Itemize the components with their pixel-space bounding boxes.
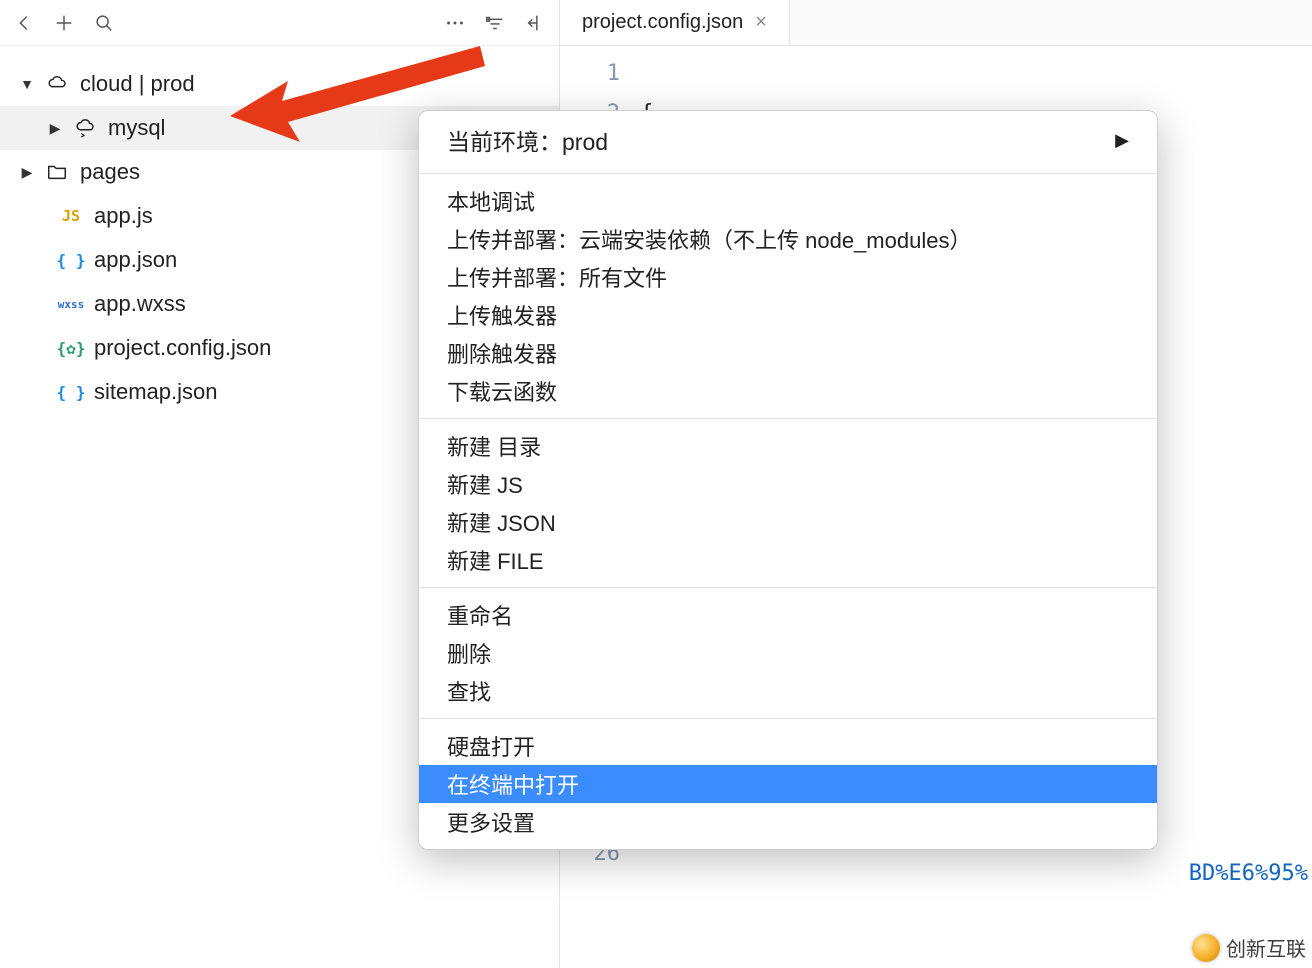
- tree-item-label: mysql: [108, 115, 165, 141]
- menu-item-delete-trigger[interactable]: 删除触发器: [419, 334, 1157, 372]
- env-label: 当前环境：: [447, 129, 562, 155]
- chevron-right-icon: ▶: [1115, 130, 1129, 151]
- chevron-right-icon: ▶: [20, 164, 34, 181]
- json-file-icon: { }: [58, 251, 84, 270]
- menu-item-open-disk[interactable]: 硬盘打开: [419, 727, 1157, 765]
- tree-item-label: app.wxss: [94, 291, 186, 317]
- menu-item-upload-deploy-deps[interactable]: 上传并部署：云端安装依赖（不上传 node_modules）: [419, 220, 1157, 258]
- menu-item-delete[interactable]: 删除: [419, 634, 1157, 672]
- menu-item-new-json[interactable]: 新建 JSON: [419, 503, 1157, 541]
- more-button[interactable]: [437, 7, 473, 39]
- menu-item-new-file[interactable]: 新建 FILE: [419, 541, 1157, 579]
- menu-item-upload-trigger[interactable]: 上传触发器: [419, 296, 1157, 334]
- tree-item-label: cloud | prod: [80, 71, 195, 97]
- tree-item-label: app.json: [94, 247, 177, 273]
- cloud-function-icon: [72, 117, 98, 139]
- sidebar-toolbar: [0, 0, 559, 46]
- folder-icon: [44, 161, 70, 183]
- tree-item-label: app.js: [94, 203, 153, 229]
- menu-item-upload-deploy-all[interactable]: 上传并部署：所有文件: [419, 258, 1157, 296]
- context-menu: 当前环境：prod ▶ 本地调试上传并部署：云端安装依赖（不上传 node_mo…: [418, 110, 1158, 850]
- env-value: prod: [562, 129, 608, 155]
- filter-button[interactable]: [477, 7, 513, 39]
- new-file-button[interactable]: [46, 7, 82, 39]
- editor-tabbar: project.config.json ×: [560, 0, 1312, 46]
- menu-item-find[interactable]: 查找: [419, 672, 1157, 710]
- collapse-button[interactable]: [517, 7, 553, 39]
- menu-item-rename[interactable]: 重命名: [419, 596, 1157, 634]
- tree-item-label: project.config.json: [94, 335, 271, 361]
- tree-item-cloud-root[interactable]: ▼ cloud | prod: [0, 62, 559, 106]
- tree-item-label: pages: [80, 159, 140, 185]
- wxss-file-icon: wxss: [58, 298, 84, 311]
- editor-tab-project-config[interactable]: project.config.json ×: [560, 0, 790, 45]
- close-icon[interactable]: ×: [755, 11, 767, 34]
- menu-item-open-terminal[interactable]: 在终端中打开: [419, 765, 1157, 803]
- cloud-folder-icon: [44, 73, 70, 95]
- search-button[interactable]: [86, 7, 122, 39]
- menu-item-download-cloud-fn[interactable]: 下载云函数: [419, 372, 1157, 410]
- line-number: 1: [560, 54, 620, 94]
- menu-item-new-dir[interactable]: 新建 目录: [419, 427, 1157, 465]
- context-menu-header[interactable]: 当前环境：prod ▶: [419, 111, 1157, 173]
- watermark-icon: [1192, 934, 1220, 962]
- chevron-right-icon: ▶: [48, 120, 62, 137]
- watermark: 创新互联: [1192, 933, 1306, 962]
- chevron-down-icon: ▼: [20, 76, 34, 92]
- js-file-icon: JS: [58, 207, 84, 225]
- json-file-icon: { }: [58, 383, 84, 402]
- menu-item-more-settings[interactable]: 更多设置: [419, 803, 1157, 841]
- chevron-left-icon[interactable]: [6, 7, 42, 39]
- config-file-icon: {✿}: [58, 339, 84, 358]
- menu-item-new-js[interactable]: 新建 JS: [419, 465, 1157, 503]
- tree-item-label: sitemap.json: [94, 379, 218, 405]
- tab-label: project.config.json: [582, 11, 743, 34]
- watermark-text: 创新互联: [1226, 933, 1306, 962]
- menu-item-local-debug[interactable]: 本地调试: [419, 182, 1157, 220]
